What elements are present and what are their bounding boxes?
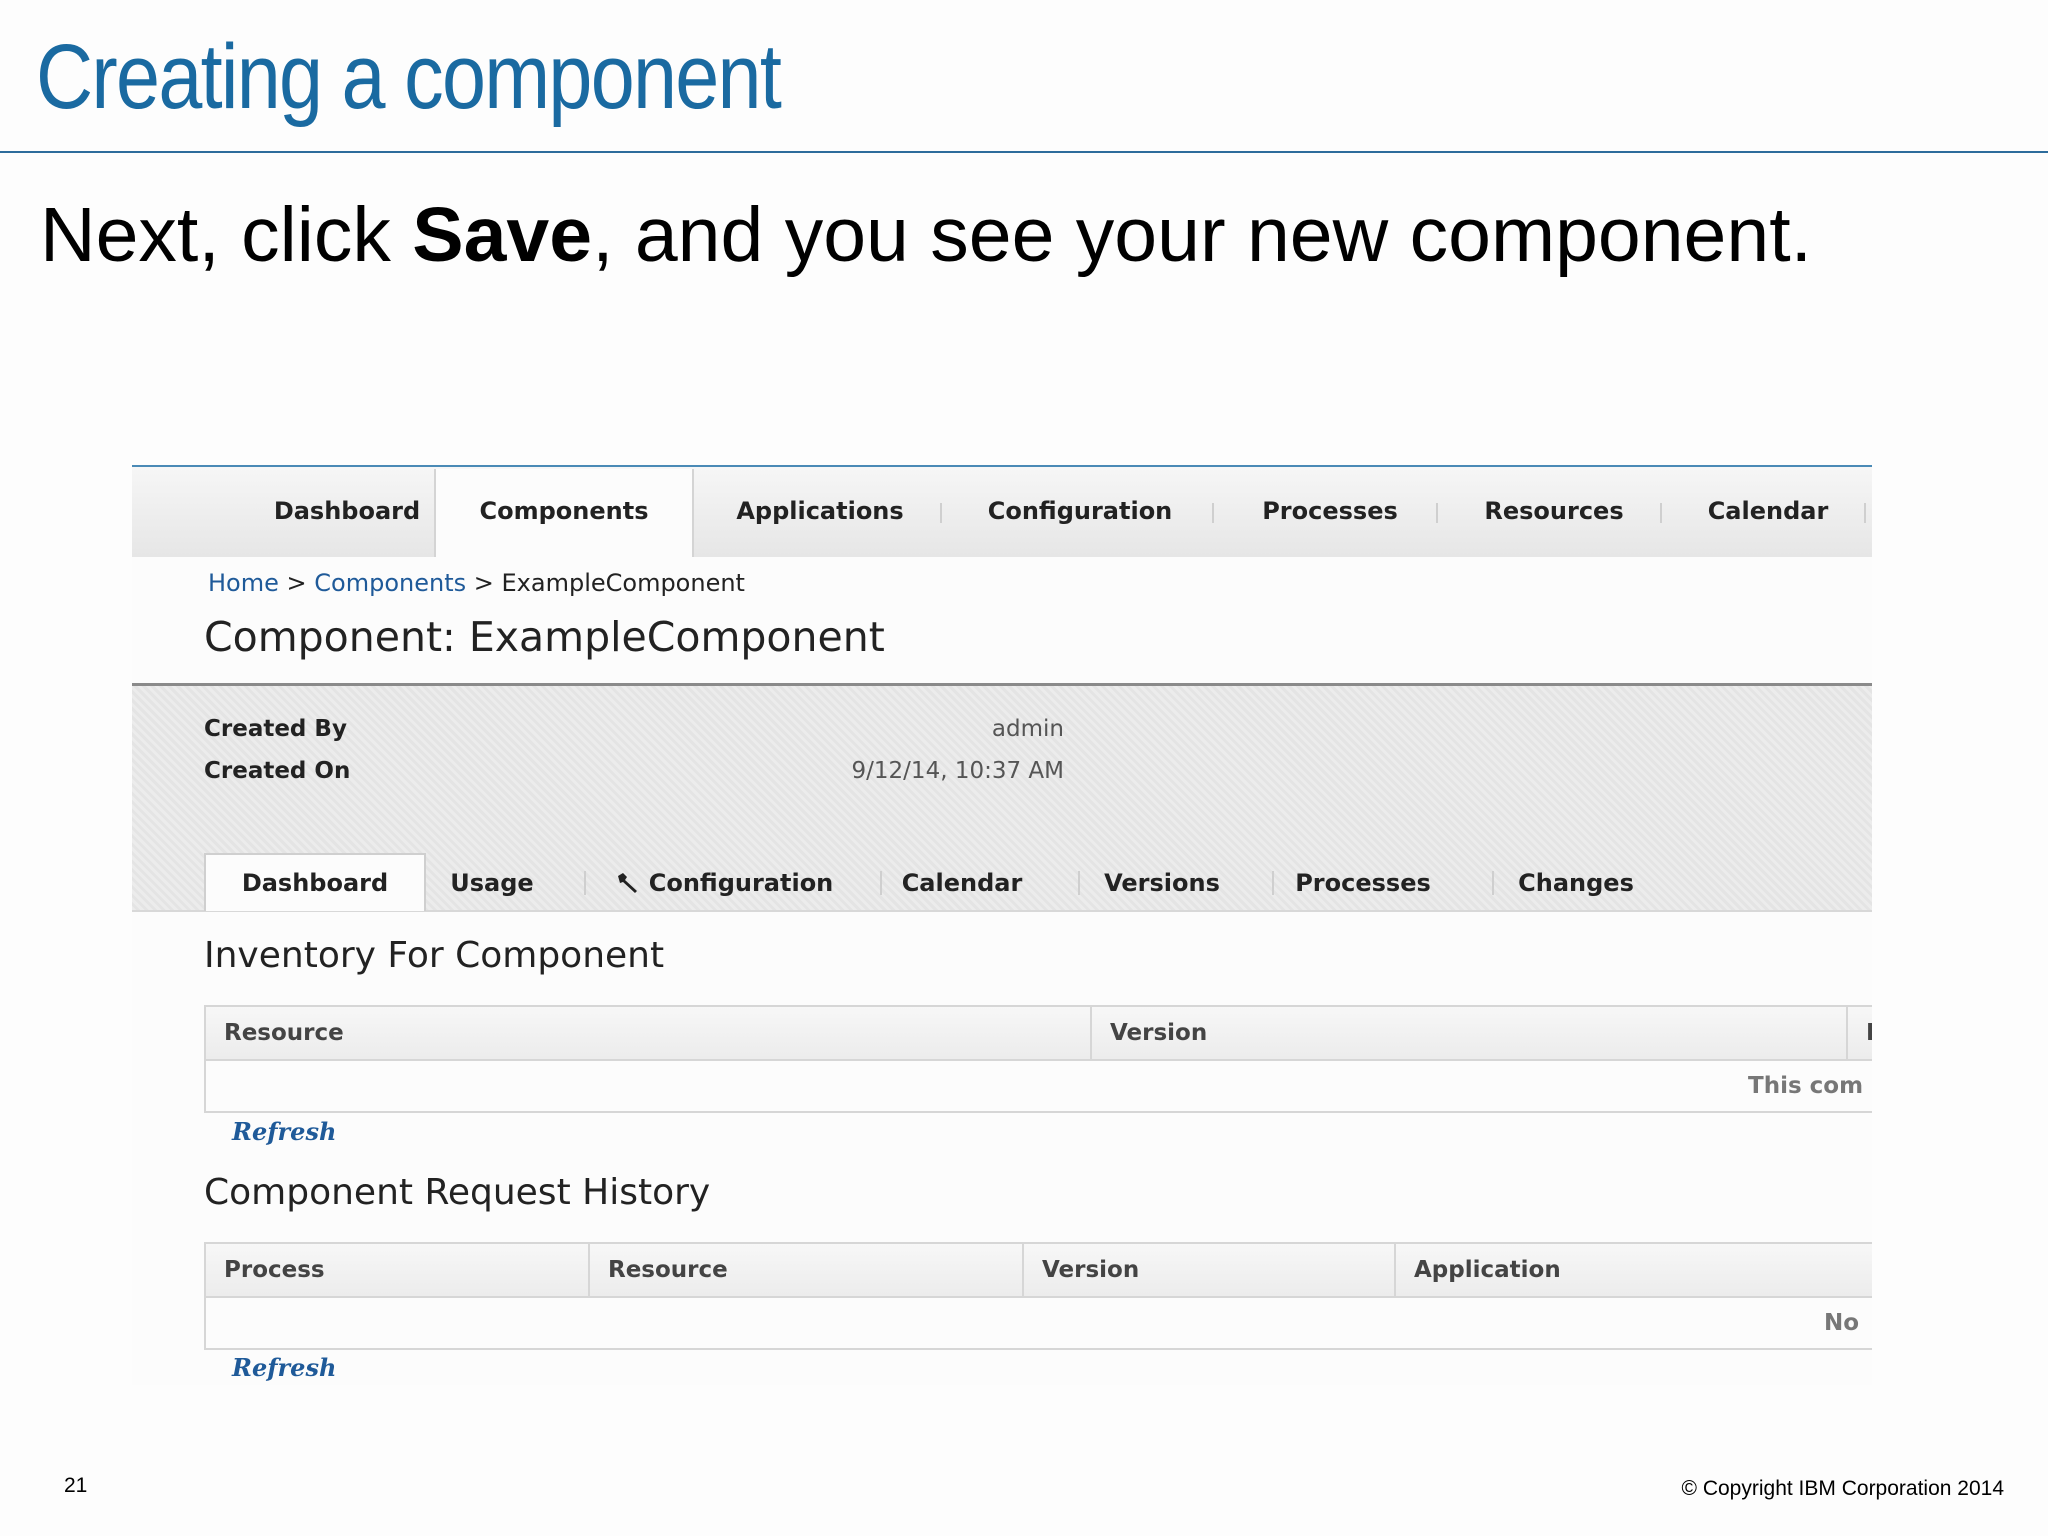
request-history-table-header: Process Resource Version Application	[206, 1244, 1872, 1298]
page-title: Component: ExampleComponent	[204, 613, 885, 661]
created-on-value: 9/12/14, 10:37 AM	[851, 758, 1064, 784]
nav-tab-components[interactable]: Components	[434, 469, 694, 557]
subtab-separator	[1492, 871, 1494, 895]
subtitle-text-post: , and you see your new component.	[592, 192, 1812, 278]
copyright-notice: © Copyright IBM Corporation 2014	[1681, 1477, 2004, 1500]
created-by-label: Created By	[204, 716, 347, 742]
subtab-usage[interactable]: Usage	[430, 855, 554, 911]
nav-tab-applications[interactable]: Applications	[692, 469, 948, 557]
breadcrumb-separator: >	[473, 569, 494, 597]
nav-separator	[1436, 503, 1438, 523]
created-on-label: Created On	[204, 758, 351, 784]
nav-tab-processes[interactable]: Processes	[1222, 469, 1438, 557]
breadcrumb-components-link[interactable]: Components	[314, 569, 466, 597]
column-header-resource[interactable]: Resource	[590, 1244, 1024, 1296]
nav-tab-resources[interactable]: Resources	[1446, 469, 1662, 557]
column-header-resource[interactable]: Resource	[206, 1007, 1092, 1059]
nav-separator	[1864, 503, 1866, 523]
request-history-refresh-link[interactable]: Refresh	[232, 1353, 336, 1382]
inventory-refresh-link[interactable]: Refresh	[232, 1117, 336, 1146]
inventory-table-body: This com	[206, 1061, 1872, 1111]
breadcrumb-current: ExampleComponent	[501, 569, 745, 597]
request-history-table: Process Resource Version Application No	[204, 1242, 1872, 1350]
request-history-table-body: No	[206, 1298, 1872, 1348]
request-history-empty-message: No	[1824, 1310, 1860, 1336]
subtab-dashboard[interactable]: Dashboard	[204, 853, 426, 911]
subtab-separator	[584, 871, 586, 895]
inventory-table: Resource Version I This com	[204, 1005, 1872, 1113]
subtitle-save-word: Save	[412, 192, 593, 278]
subtitle-text-pre: Next, click	[40, 192, 413, 278]
nav-separator	[940, 503, 942, 523]
subtab-calendar[interactable]: Calendar	[896, 855, 1028, 911]
column-header-application[interactable]: Application	[1396, 1244, 1872, 1296]
breadcrumb-separator: >	[286, 569, 307, 597]
subtab-separator	[880, 871, 882, 895]
column-header-process[interactable]: Process	[206, 1244, 590, 1296]
app-screenshot: Dashboard Components Applications Config…	[132, 465, 1872, 1385]
column-header-truncated[interactable]: I	[1848, 1007, 1872, 1059]
nav-tab-configuration[interactable]: Configuration	[950, 469, 1210, 557]
subtab-processes[interactable]: Processes	[1288, 855, 1438, 911]
page-number: 21	[64, 1474, 88, 1497]
wrench-icon	[617, 873, 637, 893]
subtab-separator	[1078, 871, 1080, 895]
nav-separator	[1212, 503, 1214, 523]
column-header-version[interactable]: Version	[1092, 1007, 1848, 1059]
subtab-versions[interactable]: Versions	[1092, 855, 1232, 911]
slide-subtitle: Next, click Save, and you see your new c…	[40, 190, 1812, 280]
inventory-empty-message: This com	[1748, 1073, 1864, 1099]
breadcrumb-home-link[interactable]: Home	[208, 569, 279, 597]
subtab-changes[interactable]: Changes	[1506, 855, 1646, 911]
inventory-table-header: Resource Version I	[206, 1007, 1872, 1061]
nav-tab-calendar[interactable]: Calendar	[1670, 469, 1866, 557]
top-navigation: Dashboard Components Applications Config…	[132, 465, 1872, 557]
nav-separator	[1660, 503, 1662, 523]
created-by-value: admin	[991, 716, 1064, 742]
column-header-version[interactable]: Version	[1024, 1244, 1396, 1296]
slide-title: Creating a component	[36, 26, 782, 128]
request-history-heading: Component Request History	[204, 1172, 711, 1213]
subtab-configuration-label: Configuration	[648, 869, 834, 897]
breadcrumb: Home > Components > ExampleComponent	[208, 569, 745, 597]
subtab-separator	[1272, 871, 1274, 895]
subtab-configuration[interactable]: Configuration	[604, 855, 844, 911]
title-divider	[0, 151, 2048, 153]
inventory-heading: Inventory For Component	[204, 935, 665, 976]
